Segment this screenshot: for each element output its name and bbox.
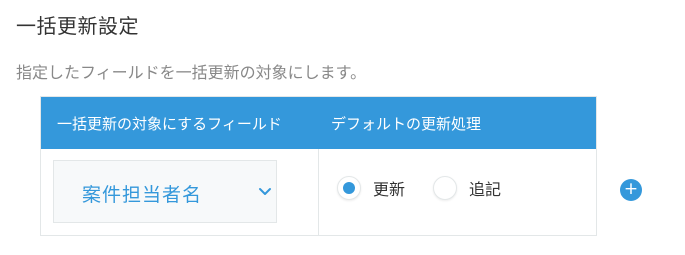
table-row: 案件担当者名 更新 追記 <box>41 149 596 236</box>
update-action-radio-group: 更新 追記 <box>337 176 529 200</box>
radio-append-label[interactable]: 追記 <box>469 176 501 200</box>
default-action-cell: 更新 追記 <box>319 149 596 236</box>
chevron-down-icon <box>259 188 271 195</box>
field-select-dropdown[interactable]: 案件担当者名 <box>53 160 277 223</box>
plus-icon: + <box>623 179 639 199</box>
radio-append[interactable] <box>433 176 458 200</box>
add-row-button[interactable]: + <box>620 179 642 201</box>
table-header: 一括更新の対象にするフィールド デフォルトの更新処理 <box>41 97 596 149</box>
page-title: 一括更新設定 <box>16 14 139 38</box>
page-description: 指定したフィールドを一括更新の対象にします。 <box>16 63 367 82</box>
radio-update[interactable] <box>337 176 361 200</box>
field-select-value: 案件担当者名 <box>82 184 203 206</box>
radio-option-append[interactable]: 追記 <box>433 176 501 200</box>
radio-update-label[interactable]: 更新 <box>373 176 405 200</box>
radio-option-update[interactable]: 更新 <box>337 176 405 200</box>
bulk-update-table: 一括更新の対象にするフィールド デフォルトの更新処理 案件担当者名 更新 追記 <box>40 96 597 236</box>
target-field-cell: 案件担当者名 <box>41 149 319 236</box>
column-header-target-field: 一括更新の対象にするフィールド <box>57 114 282 133</box>
column-header-default-action: デフォルトの更新処理 <box>331 114 482 133</box>
